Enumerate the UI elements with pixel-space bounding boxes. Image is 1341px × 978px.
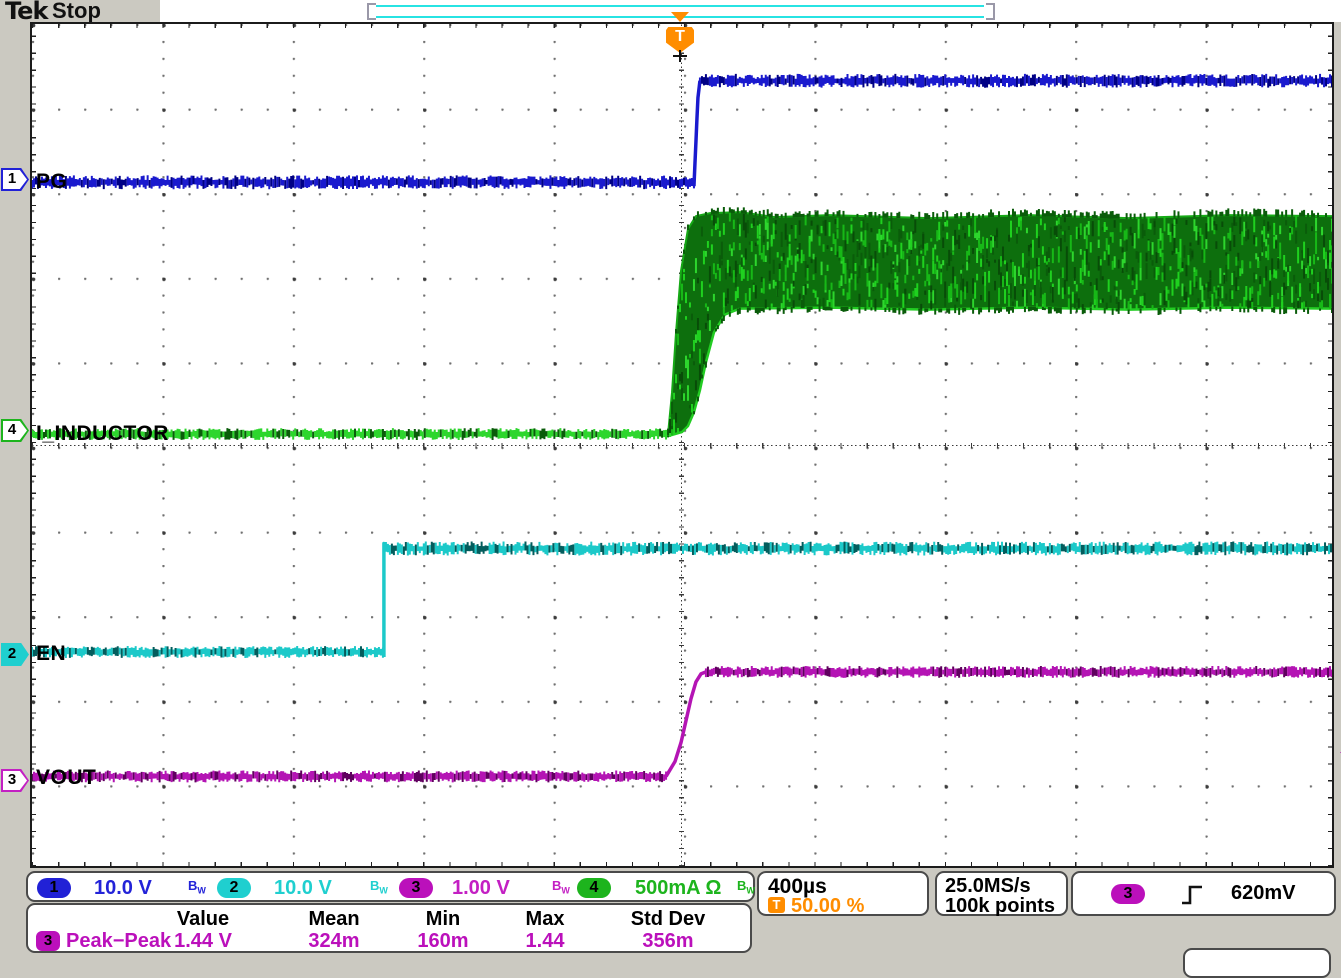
channel3-marker[interactable]: 3	[1, 769, 29, 792]
record-length: 100k points	[945, 895, 1055, 918]
record-view-left-bracket	[367, 3, 376, 20]
measurement-source-badge: 3	[36, 931, 60, 951]
trigger-point-cross-icon	[673, 50, 687, 62]
waveform-label-vout: VOUT	[36, 766, 96, 790]
trigger-flag-letter: T	[675, 28, 685, 46]
ch3-trace	[32, 666, 1332, 782]
channel3-scale[interactable]: 1.00 V	[452, 877, 510, 900]
channel4-marker-number: 4	[5, 421, 19, 438]
waveform-label-en: EN	[36, 642, 66, 666]
graticule-area: PG I_INDUCTOR EN VOUT	[30, 22, 1334, 868]
trigger-readout-panel[interactable]: 3 620mV	[1071, 871, 1336, 916]
record-view-right-bracket	[986, 3, 995, 20]
channel2-scale[interactable]: 10.0 V	[274, 877, 332, 900]
channel1-marker[interactable]: 1	[1, 168, 29, 191]
channel1-marker-number: 1	[5, 170, 19, 187]
acquisition-status: Stop	[52, 0, 101, 24]
rising-edge-slope-icon	[1179, 883, 1205, 907]
channel3-bandwidth-icon: BW	[552, 878, 570, 896]
channel4-badge[interactable]: 4	[577, 878, 611, 898]
channel3-marker-number: 3	[5, 771, 19, 788]
channel1-scale[interactable]: 10.0 V	[94, 877, 152, 900]
channel2-marker-number: 2	[5, 645, 19, 662]
trigger-position-percent: 50.00 %	[791, 895, 864, 918]
trigger-position-icon: T	[768, 897, 785, 913]
waveform-canvas	[32, 24, 1332, 866]
oscilloscope-screen: Tek Stop T PG I_INDUCTOR EN VOUT 1 4 2 3…	[0, 0, 1341, 959]
ch1-trace	[32, 74, 1332, 189]
channel3-badge[interactable]: 3	[399, 878, 433, 898]
measurement-header-min: Min	[426, 908, 460, 931]
channel4-marker[interactable]: 4	[1, 419, 29, 442]
channel4-scale[interactable]: 500mA Ω	[635, 877, 721, 900]
measurement-header-mean: Mean	[308, 908, 359, 931]
channel-readout-panel[interactable]: 1 10.0 V BW 2 10.0 V BW 3 1.00 V BW 4 50…	[26, 871, 755, 902]
channel1-bandwidth-icon: BW	[188, 878, 206, 896]
measurement-max: 1.44	[526, 930, 565, 953]
trigger-source-badge: 3	[1111, 884, 1145, 904]
measurement-min: 160m	[417, 930, 468, 953]
trigger-position-arrow-icon[interactable]	[671, 12, 689, 22]
measurement-header-value: Value	[177, 908, 229, 931]
channel2-badge[interactable]: 2	[217, 878, 251, 898]
channel4-bandwidth-icon: BW	[737, 878, 755, 896]
measurement-header-max: Max	[526, 908, 565, 931]
measurement-value: 1.44 V	[174, 930, 232, 953]
waveform-label-i-inductor: I_INDUCTOR	[36, 422, 169, 446]
measurement-name: Peak−Peak	[66, 930, 171, 953]
ch2-trace	[32, 542, 1331, 658]
channel2-bandwidth-icon: BW	[370, 878, 388, 896]
measurement-header-stddev: Std Dev	[631, 908, 705, 931]
date-box	[1183, 948, 1331, 978]
channel1-badge[interactable]: 1	[37, 878, 71, 898]
measurement-stddev: 356m	[642, 930, 693, 953]
measurement-panel[interactable]: Value Mean Min Max Std Dev 3 Peak−Peak 1…	[26, 903, 752, 953]
measurement-mean: 324m	[308, 930, 359, 953]
ch4-trace	[32, 207, 1332, 440]
acquisition-readout-panel[interactable]: 25.0MS/s 100k points	[935, 871, 1068, 916]
waveform-label-pg: PG	[36, 170, 67, 194]
trigger-level: 620mV	[1231, 882, 1296, 905]
channel2-marker[interactable]: 2	[1, 643, 29, 666]
horizontal-readout-panel[interactable]: 400µs T 50.00 %	[757, 871, 929, 916]
